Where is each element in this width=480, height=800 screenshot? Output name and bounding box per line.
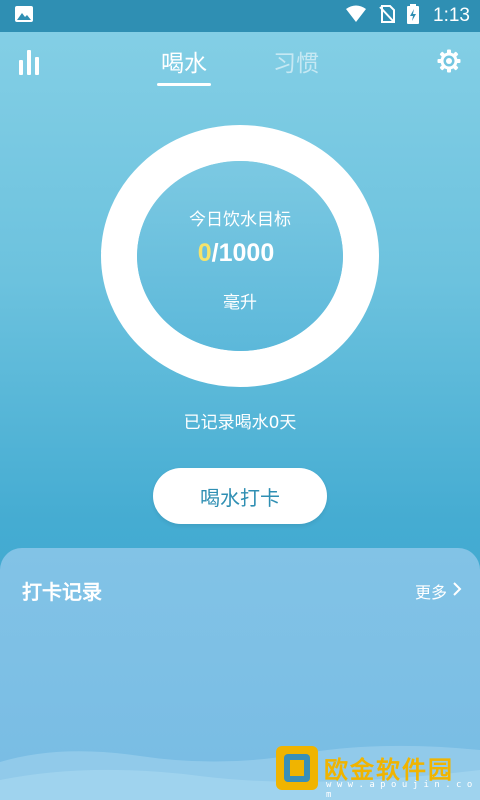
chevron-right-icon bbox=[453, 581, 462, 600]
watermark-logo: 欧金软件园 w w w . a p o u j i n . c o m bbox=[274, 744, 474, 800]
tab-bar: 喝水 习惯 bbox=[0, 44, 480, 86]
tab-habits[interactable]: 习惯 bbox=[269, 44, 323, 86]
top-bar: 喝水 习惯 bbox=[0, 32, 480, 90]
battery-icon bbox=[407, 4, 420, 28]
watermark-url: w w w . a p o u j i n . c o m bbox=[326, 780, 473, 800]
goal-unit: 毫升 bbox=[223, 293, 257, 313]
goal-value: 0 / 1000 bbox=[100, 239, 380, 268]
watermark-mark-icon bbox=[276, 746, 318, 790]
checkin-records-card: 打卡记录 更多 欧金软件园 w w w . a p o u j i n . c … bbox=[0, 548, 480, 800]
wifi-icon bbox=[345, 5, 367, 27]
no-sim-icon bbox=[379, 5, 396, 27]
water-goal-ring: 今日饮水目标 0 / 1000 毫升 bbox=[100, 125, 380, 387]
more-link[interactable]: 更多 bbox=[415, 579, 462, 603]
goal-current: 0 bbox=[197, 239, 212, 267]
settings-button[interactable] bbox=[436, 48, 462, 74]
goal-title: 今日饮水目标 bbox=[189, 210, 291, 230]
gear-icon bbox=[436, 49, 462, 78]
goal-separator: / bbox=[211, 239, 219, 267]
recorded-days-text: 已记录喝水0天 bbox=[183, 413, 297, 433]
goal-target: 1000 bbox=[218, 239, 275, 267]
records-header: 打卡记录 更多 bbox=[22, 576, 462, 605]
status-bar: 1:13 bbox=[0, 0, 480, 32]
image-icon bbox=[14, 5, 34, 27]
tab-drink-water[interactable]: 喝水 bbox=[157, 44, 211, 86]
drink-checkin-button[interactable]: 喝水打卡 bbox=[153, 468, 327, 524]
more-label: 更多 bbox=[414, 582, 447, 602]
status-time: 1:13 bbox=[433, 5, 470, 26]
records-title: 打卡记录 bbox=[22, 580, 102, 604]
